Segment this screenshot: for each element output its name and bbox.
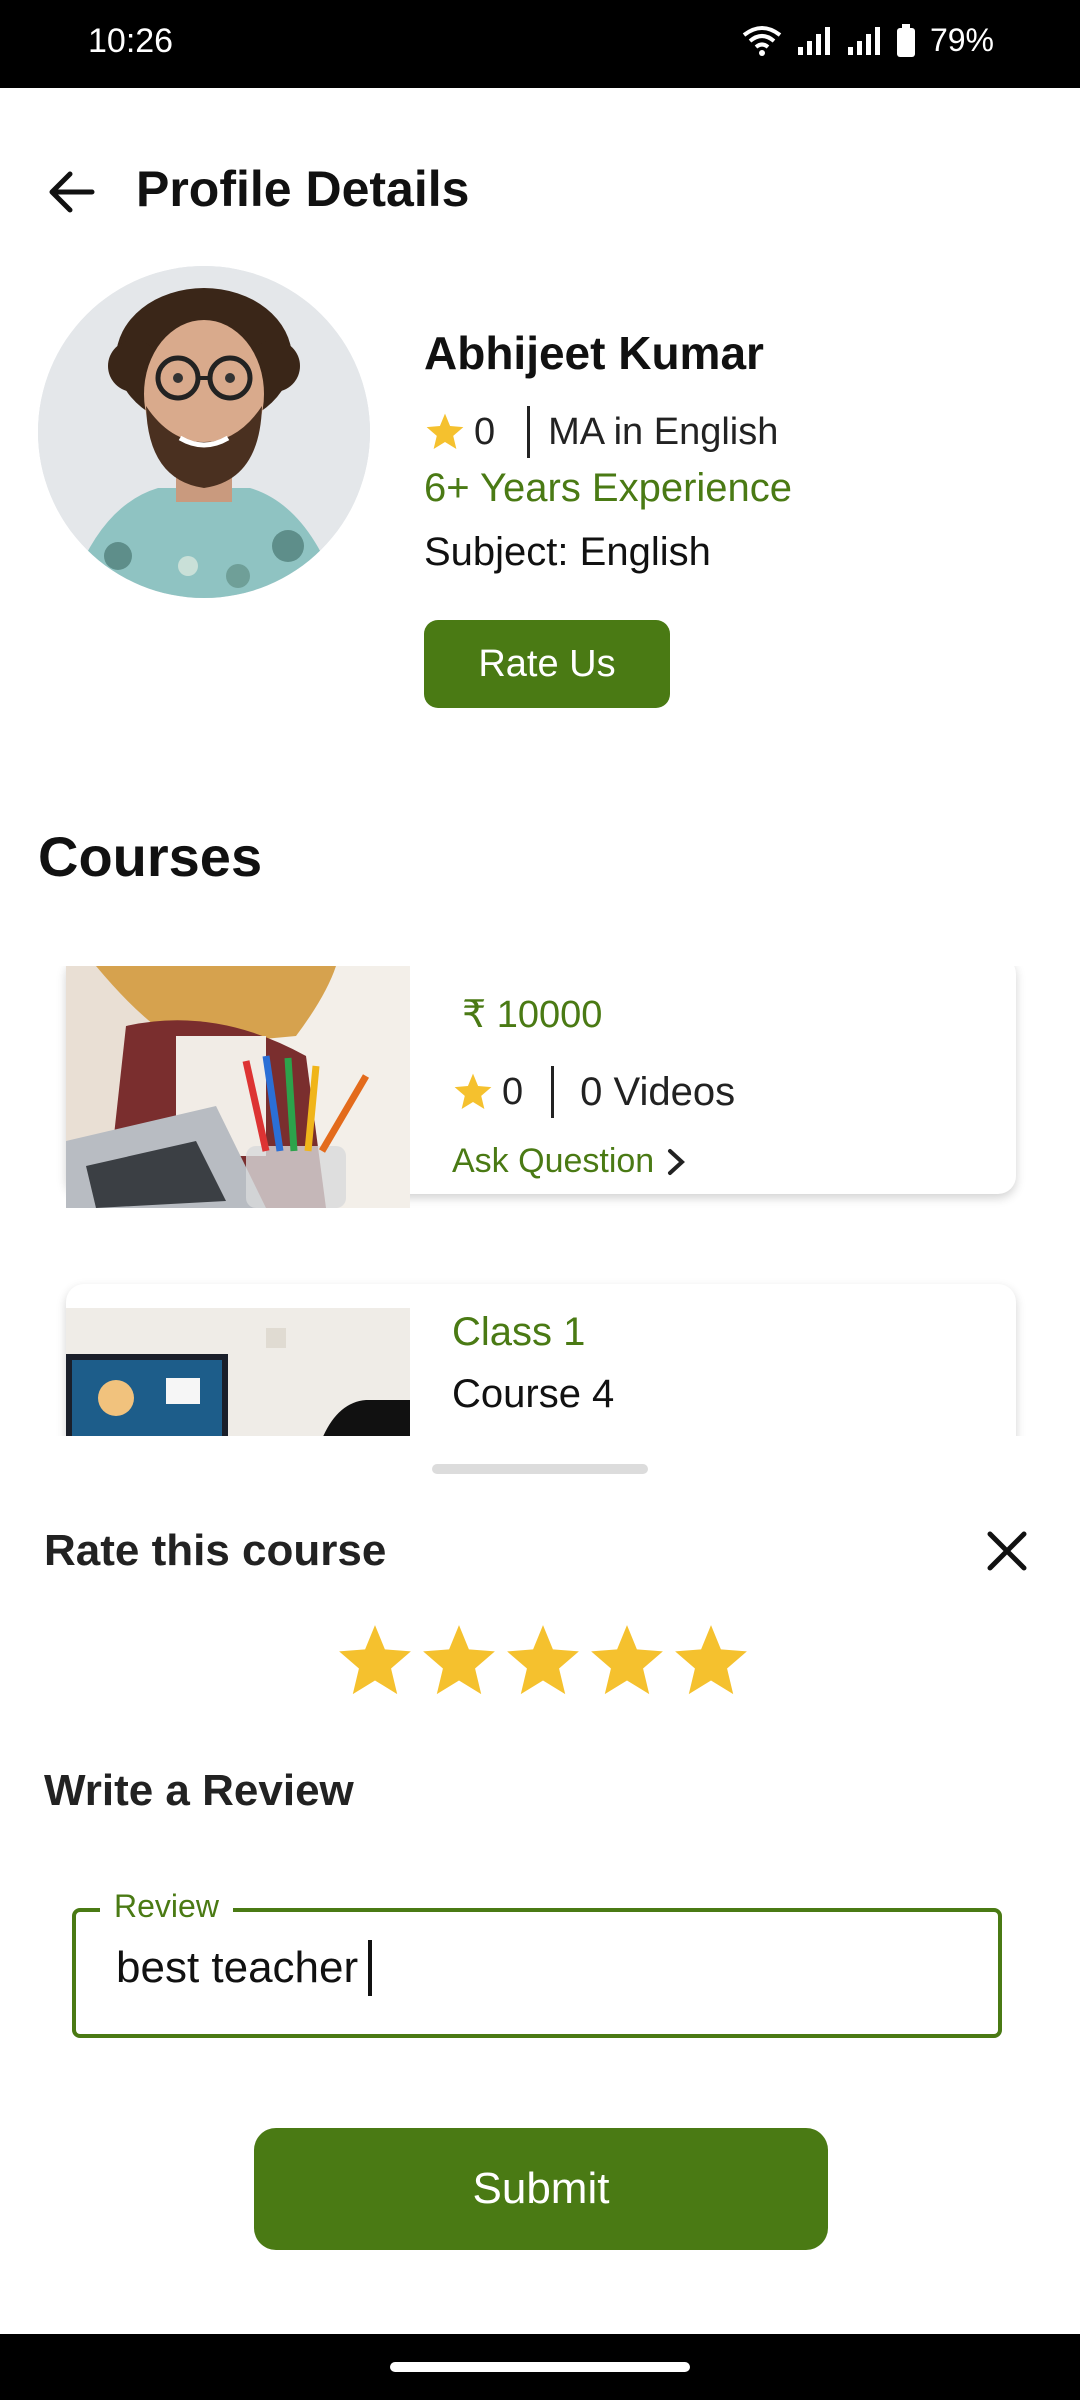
signal-icon-2 <box>847 26 880 55</box>
course-thumbnail <box>66 1308 410 1436</box>
rating-star-2[interactable] <box>418 1620 500 1702</box>
status-time: 10:26 <box>88 22 174 60</box>
status-bar: 10:26 79% <box>0 0 1080 88</box>
course-rating-row: 0 0 Videos <box>452 1064 735 1120</box>
star-icon <box>426 413 464 449</box>
home-indicator[interactable] <box>390 2362 690 2372</box>
sheet-drag-handle[interactable] <box>432 1464 648 1474</box>
ask-question-label: Ask Question <box>452 1142 655 1180</box>
review-heading: Write a Review <box>44 1766 354 1815</box>
divider <box>551 1066 555 1118</box>
course-price: ₹ 10000 <box>462 994 603 1036</box>
course-class: Class 1 <box>452 1310 586 1354</box>
battery-percent: 79% <box>929 22 994 58</box>
rate-us-button[interactable]: Rate Us <box>424 620 670 708</box>
courses-heading: Courses <box>38 825 263 888</box>
course-thumbnail <box>66 966 410 1208</box>
review-text: best teacher <box>116 1943 359 1992</box>
course-rating-value: 0 <box>502 1070 524 1113</box>
teacher-rating-row: 0 MA in English <box>424 402 778 462</box>
chevron-right-icon <box>668 1148 686 1175</box>
rating-star-5[interactable] <box>670 1620 752 1702</box>
sheet-title: Rate this course <box>44 1526 387 1575</box>
wifi-icon <box>742 25 782 56</box>
submit-button[interactable]: Submit <box>254 2128 828 2250</box>
course-card[interactable]: ₹ 10000 0 0 Videos Ask Question <box>66 966 1016 1208</box>
signal-icon <box>797 26 830 55</box>
star-rating[interactable] <box>334 1620 752 1702</box>
review-field-label: Review <box>100 1888 233 1925</box>
ask-question-link[interactable]: Ask Question <box>452 1142 688 1181</box>
course-card[interactable]: Class 1 Course 4 <box>66 1284 1016 1436</box>
close-icon[interactable] <box>980 1524 1034 1578</box>
avatar <box>38 266 370 598</box>
page-title: Profile Details <box>136 161 470 217</box>
teacher-rating-value: 0 <box>474 410 496 453</box>
course-name: Course 4 <box>452 1372 615 1416</box>
status-icons: 79% <box>742 22 994 59</box>
divider <box>527 406 531 458</box>
course-list[interactable]: ₹ 10000 0 0 Videos Ask Question Class 1 … <box>0 966 1080 1436</box>
rating-star-3[interactable] <box>502 1620 584 1702</box>
review-input-value[interactable]: best teacher <box>116 1940 373 1996</box>
rating-star-4[interactable] <box>586 1620 668 1702</box>
battery-icon <box>896 23 915 57</box>
experience: 6+ Years Experience <box>424 466 793 510</box>
video-count: 0 Videos <box>580 1069 736 1114</box>
qualification: MA in English <box>548 410 779 453</box>
star-icon <box>454 1073 492 1109</box>
rating-star-1[interactable] <box>334 1620 416 1702</box>
text-cursor <box>368 1940 373 1996</box>
teacher-name: Abhijeet Kumar <box>424 327 764 379</box>
subject: Subject: English <box>424 530 711 574</box>
back-arrow-icon[interactable] <box>40 160 104 224</box>
